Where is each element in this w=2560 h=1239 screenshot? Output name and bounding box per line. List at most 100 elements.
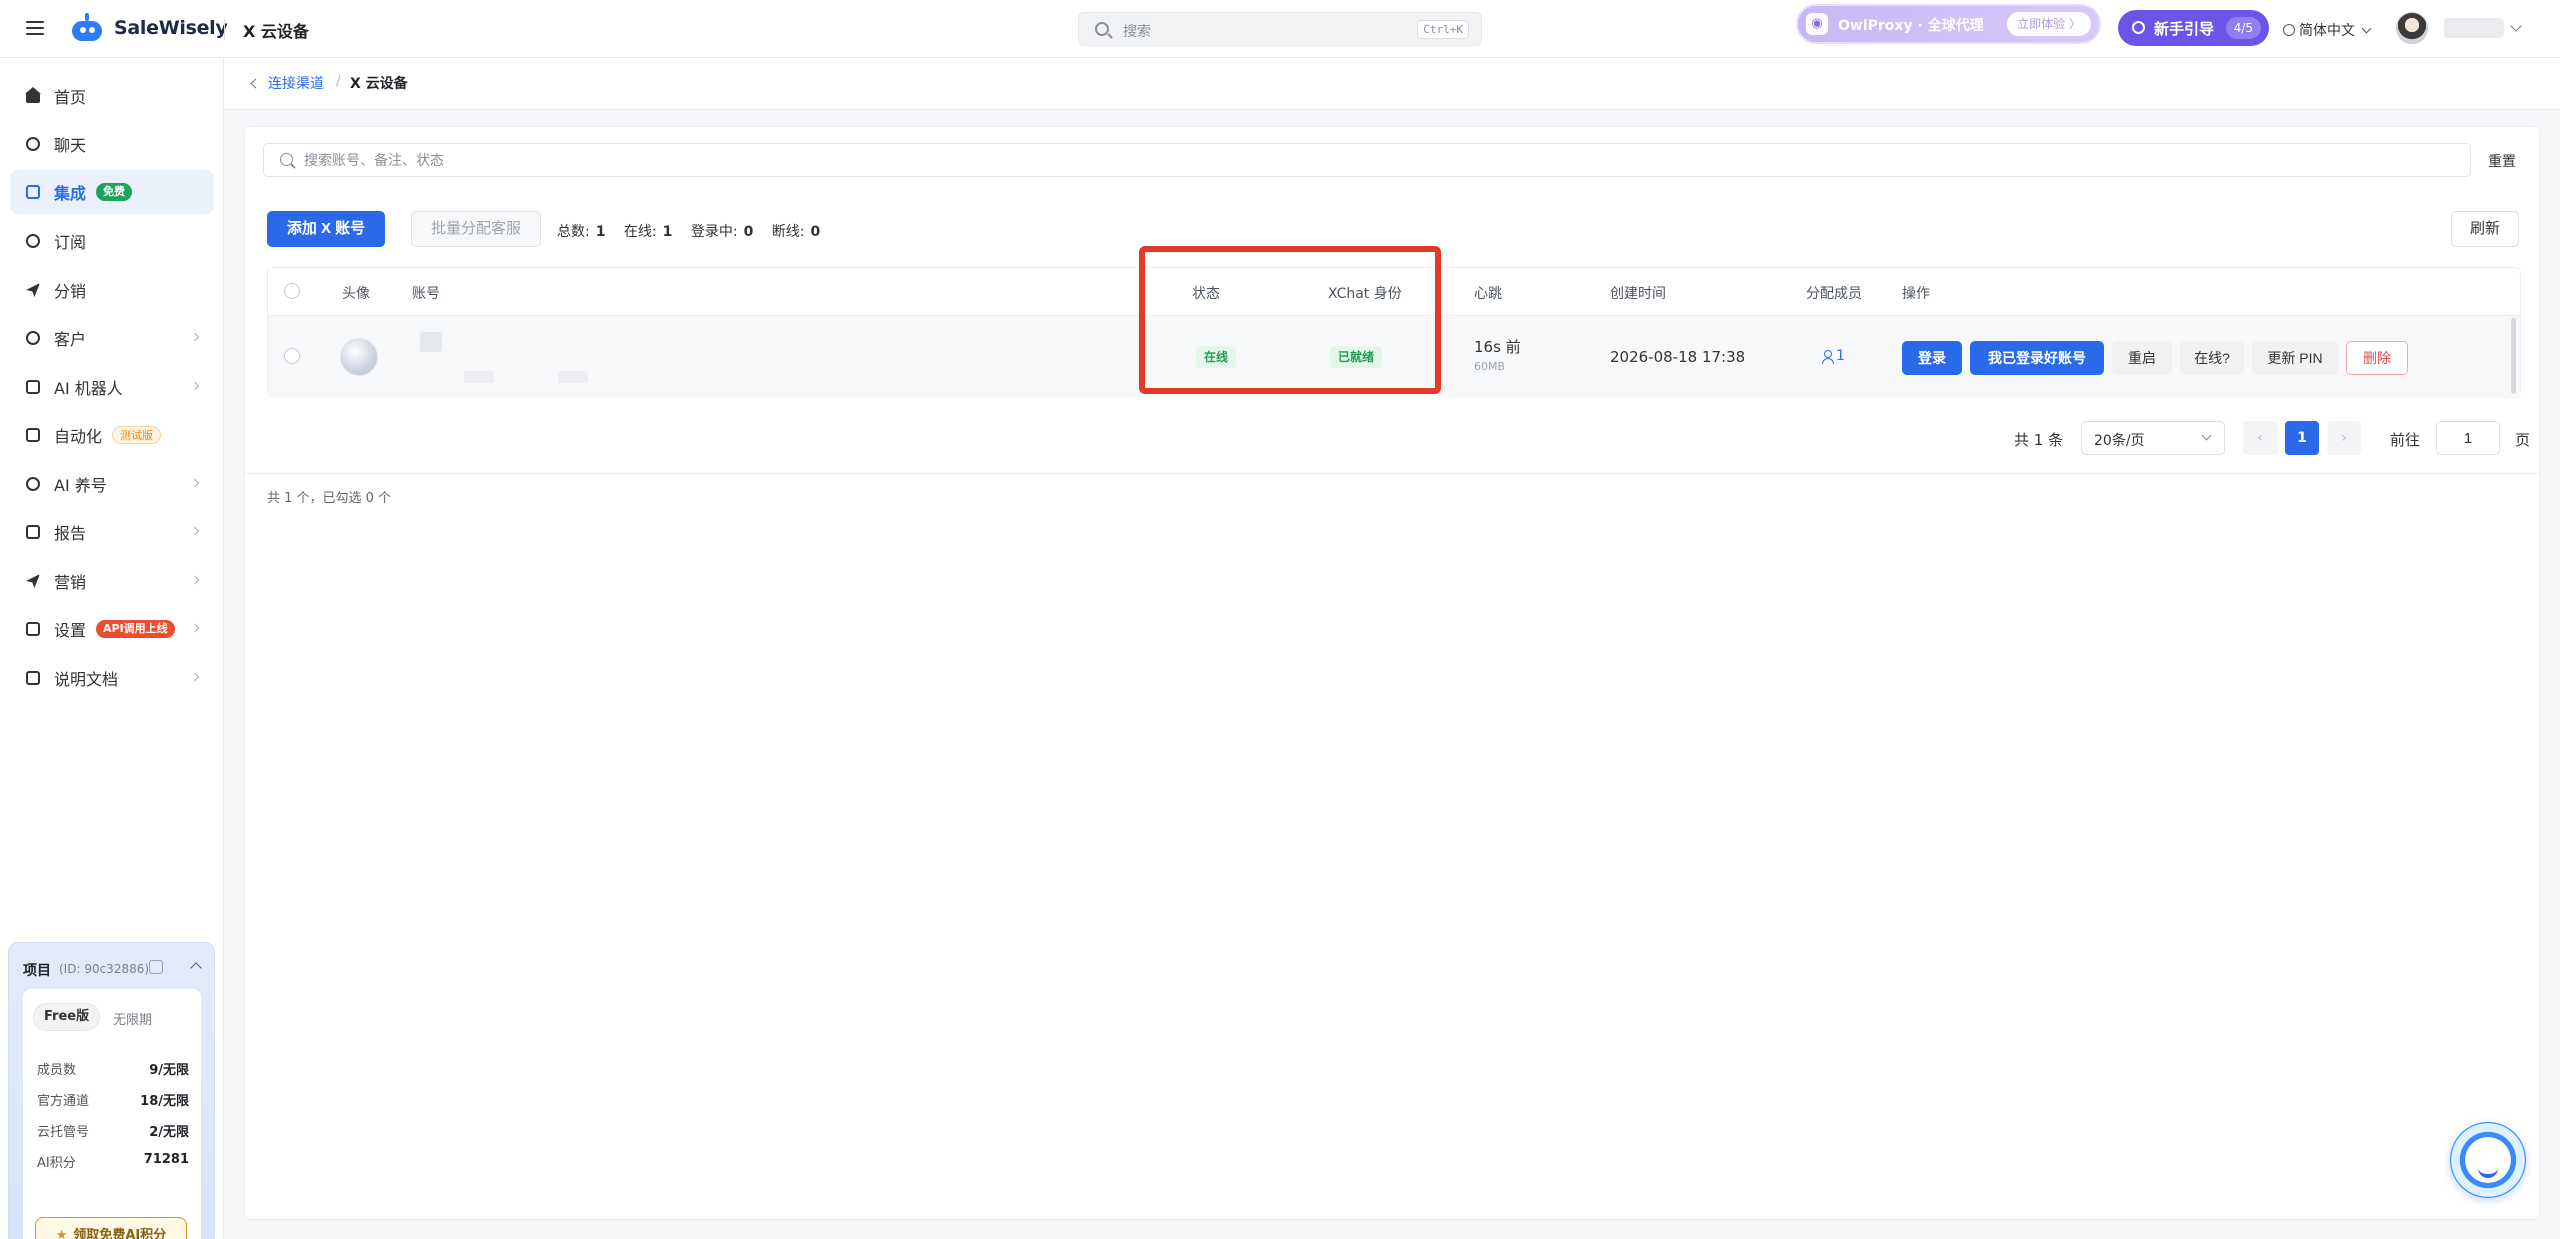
back-icon[interactable]: [250, 78, 261, 89]
account-search-input[interactable]: [304, 150, 2404, 170]
sidebar-item-ai-robot[interactable]: AI 机器人: [10, 365, 214, 409]
chevron-right-icon: [190, 381, 200, 391]
sidebar-item-integration[interactable]: 集成 免费: [10, 170, 214, 214]
free-badge: 免费: [96, 183, 133, 201]
guide-button[interactable]: 新手引导 4/5: [2118, 10, 2269, 46]
stat-total-label: 总数:: [557, 224, 590, 240]
stat-logging: 0: [743, 224, 754, 240]
sidebar-item-report[interactable]: 报告: [10, 510, 214, 554]
chevron-right-icon: [190, 575, 200, 585]
breadcrumb-separator: /: [336, 73, 341, 89]
menu-icon[interactable]: [24, 18, 46, 38]
goto-page-input[interactable]: [2436, 421, 2500, 455]
sidebar-item-label: 分销: [54, 282, 87, 301]
highlight-annotation: [1139, 246, 1441, 394]
copy-icon[interactable]: [149, 960, 163, 974]
sidebar-item-label: 聊天: [54, 136, 87, 155]
brand-logo[interactable]: SaleWisely: [70, 13, 228, 43]
page-button-current[interactable]: 1: [2285, 421, 2319, 455]
chevron-right-icon: [190, 623, 200, 633]
sidebar-item-chat[interactable]: 聊天: [10, 122, 214, 166]
sidebar-item-label: 自动化: [54, 427, 103, 446]
next-page-button[interactable]: ›: [2327, 421, 2361, 455]
report-icon: [24, 523, 42, 541]
sidebar-item-subscription[interactable]: 订阅: [10, 219, 214, 263]
column-header: 账号: [412, 286, 440, 302]
integration-icon: [24, 183, 42, 201]
title-divider: [224, 18, 225, 40]
login-button[interactable]: 登录: [1902, 341, 1962, 375]
page-size-select[interactable]: 20条/页: [2081, 421, 2225, 455]
plan-row-key: 云托管号: [37, 1125, 90, 1140]
claim-credits-label: 领取免费AI积分: [73, 1228, 167, 1239]
promo-text: OwlProxy · 全球代理: [1838, 18, 1984, 34]
breadcrumb: 连接渠道 / X 云设备: [224, 58, 2560, 110]
account-redacted: [420, 332, 442, 352]
headset-icon: [2478, 1168, 2498, 1178]
api-badge: API调用上线: [96, 620, 175, 638]
plan-row: 云托管号 2/无限: [37, 1121, 189, 1141]
promo-banner[interactable]: ◉ OwlProxy · 全球代理 立即体验 〉: [1796, 4, 2101, 44]
robot-logo-icon: [70, 13, 104, 43]
add-x-account-button[interactable]: 添加 X 账号: [267, 211, 385, 247]
automation-icon: [24, 426, 42, 444]
search-shortcut: Ctrl+K: [1417, 20, 1469, 39]
update-pin-button[interactable]: 更新 PIN: [2252, 341, 2338, 375]
chevron-right-icon: [190, 526, 200, 536]
account-search[interactable]: [263, 143, 2471, 177]
sidebar-item-label: AI 养号: [54, 476, 107, 495]
robot-icon: [24, 378, 42, 396]
beta-badge: 测试版: [112, 426, 162, 444]
sidebar-item-marketing[interactable]: 营销: [10, 559, 214, 603]
chevron-down-icon[interactable]: [2510, 20, 2522, 32]
global-search[interactable]: 搜索 Ctrl+K: [1078, 12, 1482, 46]
assigned-members[interactable]: 1: [1822, 348, 1845, 364]
sidebar-item-automation[interactable]: 自动化 测试版: [10, 413, 214, 457]
plan-row-value: 9/无限: [149, 1063, 189, 1078]
restart-button[interactable]: 重启: [2112, 341, 2172, 375]
stat-online: 1: [662, 224, 673, 240]
owl-icon: ◉: [1806, 13, 1828, 35]
chevron-up-icon[interactable]: [190, 962, 202, 974]
sidebar-item-ai-nurture[interactable]: AI 养号: [10, 462, 214, 506]
logged-in-button[interactable]: 我已登录好账号: [1970, 341, 2104, 375]
horizontal-scrollbar[interactable]: [2511, 318, 2516, 394]
batch-assign-button[interactable]: 批量分配客服: [411, 211, 541, 247]
sidebar-item-settings[interactable]: 设置 API调用上线: [10, 607, 214, 651]
support-chat-button[interactable]: [2450, 1122, 2526, 1198]
check-circle-icon: [2132, 21, 2145, 34]
memory-usage: 60MB: [1474, 360, 1506, 373]
sidebar-item-label: 报告: [54, 524, 87, 543]
user-icon: [24, 329, 42, 347]
sidebar-item-label: 营销: [54, 573, 87, 592]
plan-expiry: 无限期: [113, 1013, 153, 1028]
sidebar-item-home[interactable]: 首页: [10, 74, 214, 118]
globe-icon: [2283, 24, 2295, 36]
refresh-button[interactable]: 刷新: [2451, 211, 2519, 247]
sidebar-item-distribution[interactable]: 分销: [10, 268, 214, 312]
user-icon: [1822, 349, 1834, 364]
chevron-down-icon: [2201, 430, 2212, 441]
claim-credits-button[interactable]: ★ 领取免费AI积分: [35, 1217, 187, 1239]
promo-cta-button[interactable]: 立即体验 〉: [2007, 12, 2091, 36]
guide-progress: 4/5: [2225, 17, 2261, 39]
row-checkbox[interactable]: [284, 348, 300, 364]
breadcrumb-parent-link[interactable]: 连接渠道: [268, 73, 324, 93]
home-icon: [24, 87, 42, 105]
sidebar-item-customers[interactable]: 客户: [10, 316, 214, 360]
column-header: 头像: [342, 286, 370, 302]
sun-icon: [24, 475, 42, 493]
language-selector[interactable]: 简体中文: [2283, 20, 2372, 40]
avatar: [340, 338, 378, 376]
user-avatar[interactable]: [2396, 12, 2428, 44]
brand-name: SaleWisely: [114, 17, 228, 39]
sidebar-item-docs[interactable]: 说明文档: [10, 656, 214, 700]
plan-row-value: 18/无限: [140, 1094, 189, 1109]
check-online-button[interactable]: 在线?: [2180, 341, 2244, 375]
reset-button[interactable]: 重置: [2488, 151, 2516, 171]
heartbeat-time: 16s 前: [1474, 338, 1521, 356]
user-name-redacted[interactable]: [2444, 18, 2504, 38]
select-all-checkbox[interactable]: [284, 283, 300, 299]
delete-button[interactable]: 删除: [2346, 341, 2408, 375]
prev-page-button[interactable]: ‹: [2243, 421, 2277, 455]
